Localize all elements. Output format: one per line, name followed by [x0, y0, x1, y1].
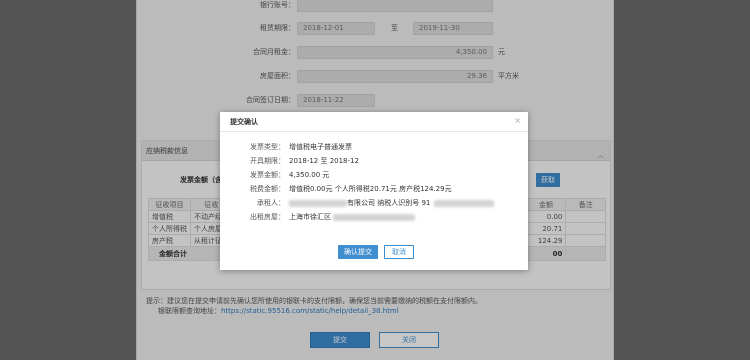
amount-value: 4,350.00 元 — [289, 171, 330, 179]
tax-value: 增值税0.00元 个人所得税20.71元 房产税124.29元 — [289, 185, 452, 193]
close-icon[interactable]: × — [514, 116, 521, 125]
cancel-button[interactable]: 取消 — [384, 245, 414, 259]
dialog-title: 提交确认 — [230, 118, 258, 126]
lessee-value: 有限公司 纳税人识别号 91 — [289, 197, 495, 209]
address-label: 出租房屋： — [250, 213, 285, 221]
lessee-line: 承租人： 有限公司 纳税人识别号 91 — [248, 197, 495, 209]
period-label: 开具期限： — [250, 157, 285, 165]
period-line: 开具期限： 2018-12 至 2018-12 — [248, 155, 359, 167]
invoice-type-value: 增值税电子普通发票 — [289, 143, 352, 151]
invoice-type-label: 发票类型： — [250, 143, 285, 151]
tax-line: 税费金额： 增值税0.00元 个人所得税20.71元 房产税124.29元 — [248, 183, 452, 195]
confirm-dialog: 提交确认 × 发票类型： 增值税电子普通发票 开具期限： 2018-12 至 201… — [220, 112, 528, 270]
redacted-name — [289, 199, 347, 207]
confirm-submit-button[interactable]: 确认提交 — [338, 245, 378, 259]
lessee-suffix: 有限公司 纳税人识别号 91 — [347, 199, 431, 207]
tax-label: 税费金额： — [250, 185, 285, 193]
amount-line: 发票金额： 4,350.00 元 — [248, 169, 329, 181]
amount-label: 发票金额： — [250, 171, 285, 179]
address-line: 出租房屋： 上海市徐汇区 — [248, 211, 415, 223]
redacted-address — [333, 213, 415, 221]
address-text: 上海市徐汇区 — [289, 213, 331, 221]
dialog-header: 提交确认 × — [220, 112, 528, 132]
lessee-label: 承租人： — [257, 199, 285, 207]
invoice-type-line: 发票类型： 增值税电子普通发票 — [248, 141, 352, 153]
address-value: 上海市徐汇区 — [289, 211, 415, 223]
redacted-tax-id — [434, 199, 495, 207]
period-value: 2018-12 至 2018-12 — [289, 157, 359, 165]
